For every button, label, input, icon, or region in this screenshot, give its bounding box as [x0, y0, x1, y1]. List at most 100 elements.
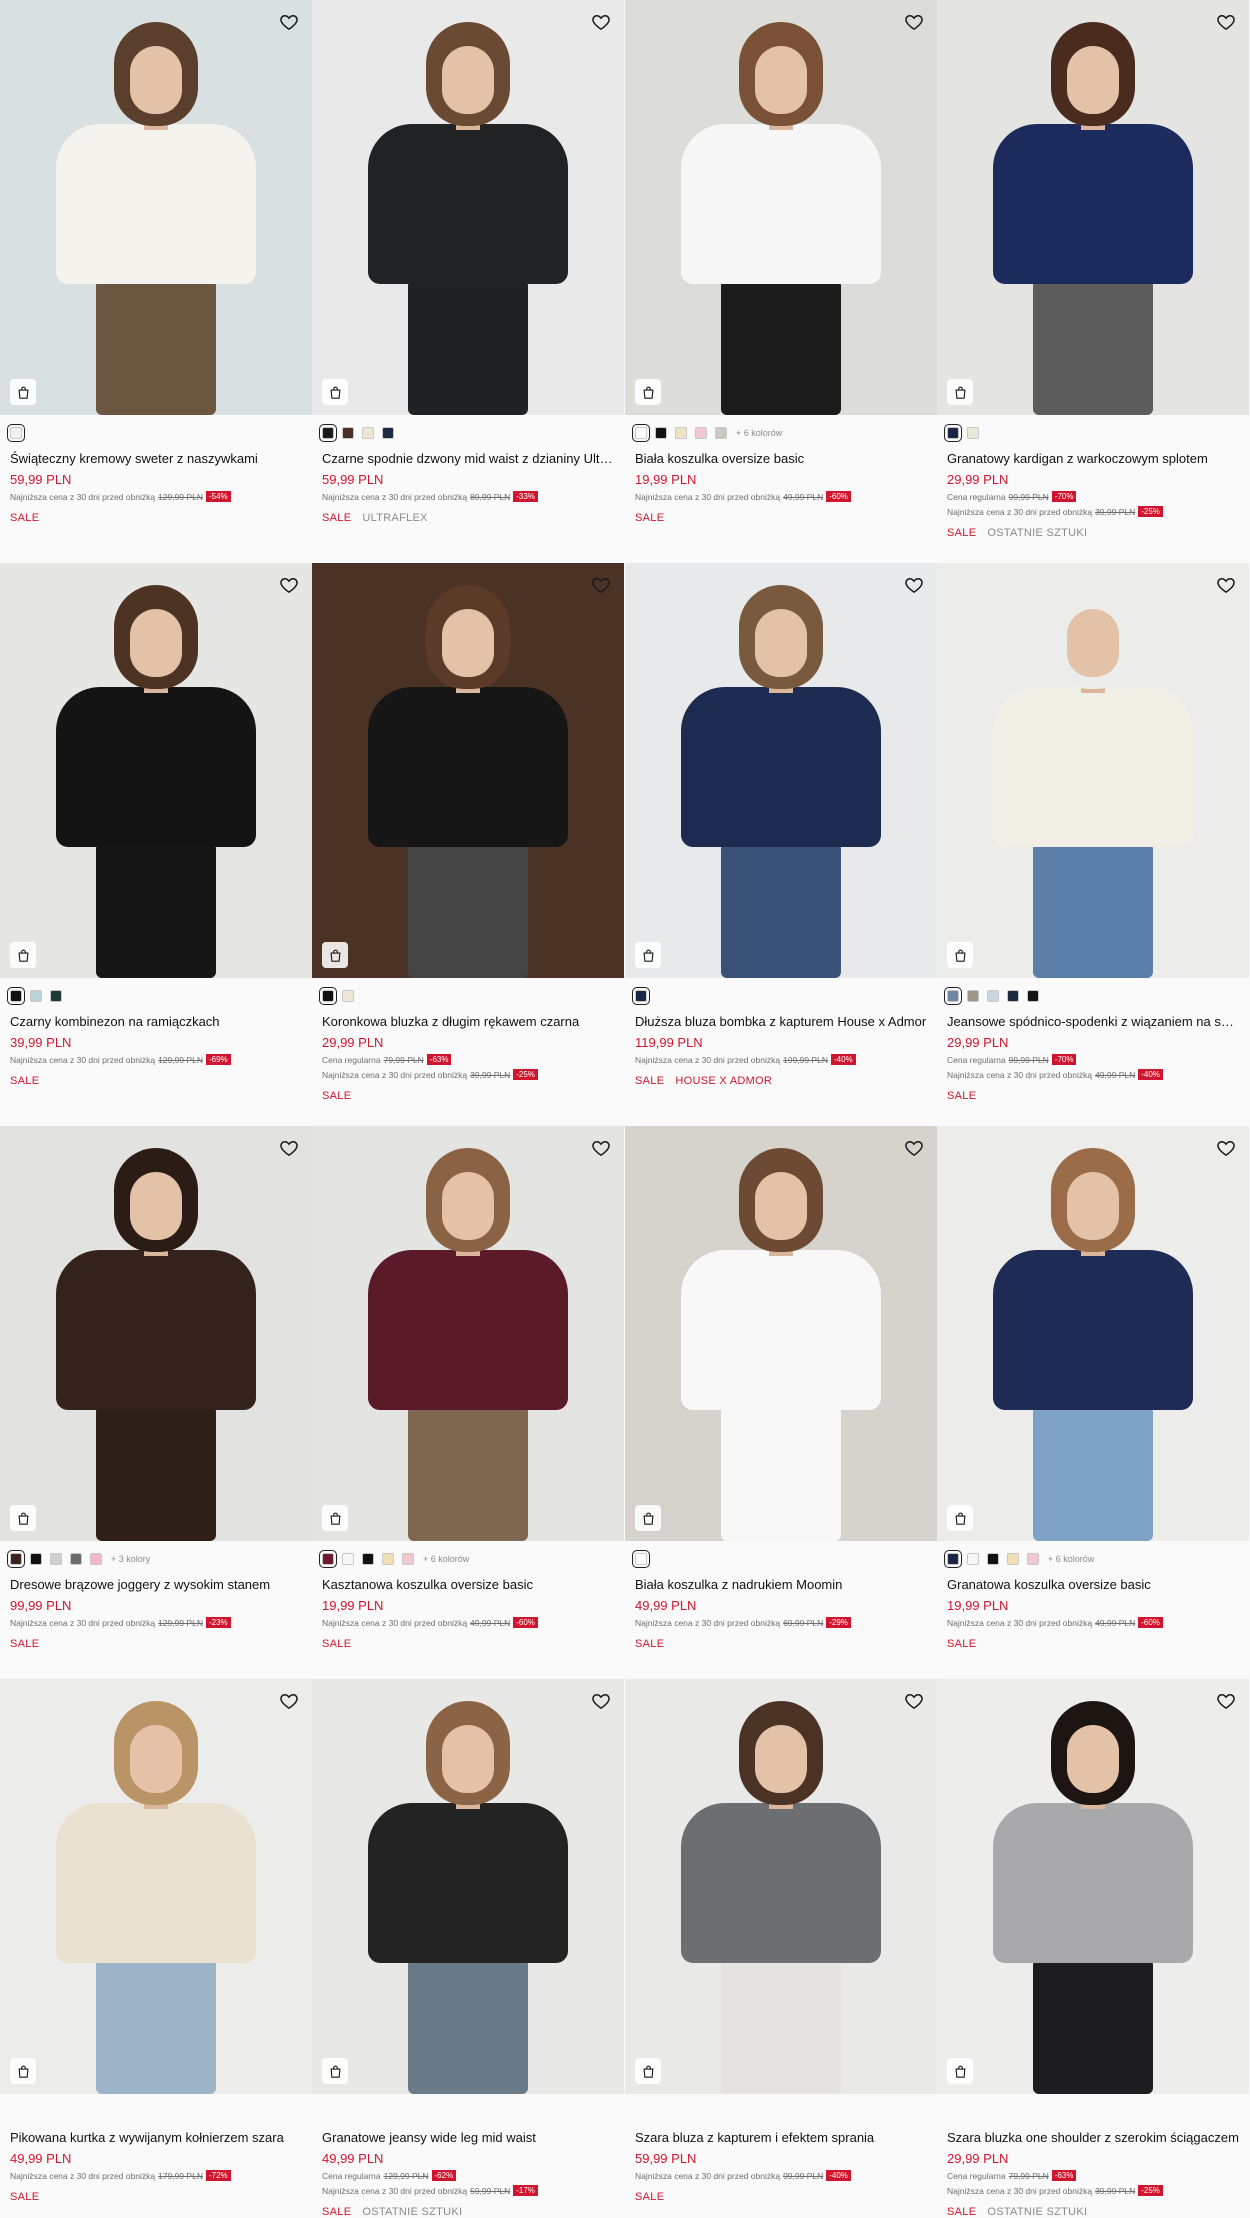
color-swatch[interactable] — [50, 990, 62, 1002]
product-image[interactable] — [937, 1126, 1249, 1541]
color-swatch[interactable] — [1007, 1553, 1019, 1565]
add-to-bag-icon[interactable] — [10, 2058, 36, 2084]
wishlist-heart-icon[interactable] — [278, 11, 300, 33]
more-colors-link[interactable]: + 6 kolorów — [736, 428, 782, 438]
wishlist-heart-icon[interactable] — [903, 11, 925, 33]
product-name[interactable]: Dresowe brązowe joggery z wysokim stanem — [10, 1577, 302, 1592]
product-name[interactable]: Biała koszulka oversize basic — [635, 451, 927, 466]
color-swatch[interactable] — [382, 1553, 394, 1565]
product-name[interactable]: Świąteczny kremowy sweter z naszywkami — [10, 451, 302, 466]
product-name[interactable]: Kasztanowa koszulka oversize basic — [322, 1577, 614, 1592]
more-colors-link[interactable]: + 6 kolorów — [1048, 1554, 1094, 1564]
color-swatch[interactable] — [342, 990, 354, 1002]
color-swatch[interactable] — [967, 1553, 979, 1565]
product-image[interactable] — [312, 0, 624, 415]
product-name[interactable]: Biała koszulka z nadrukiem Moomin — [635, 1577, 927, 1592]
product-image[interactable] — [625, 1679, 937, 2094]
color-swatch[interactable] — [944, 1550, 962, 1568]
product-name[interactable]: Dłuższa bluza bombka z kapturem House x … — [635, 1014, 927, 1029]
wishlist-heart-icon[interactable] — [903, 1690, 925, 1712]
wishlist-heart-icon[interactable] — [278, 1690, 300, 1712]
product-image[interactable] — [937, 0, 1249, 415]
product-image[interactable] — [312, 1126, 624, 1541]
color-swatch[interactable] — [944, 424, 962, 442]
product-image[interactable] — [937, 1679, 1249, 2094]
color-swatch[interactable] — [319, 424, 337, 442]
add-to-bag-icon[interactable] — [10, 379, 36, 405]
color-swatch[interactable] — [319, 987, 337, 1005]
color-swatch[interactable] — [342, 1553, 354, 1565]
color-swatch[interactable] — [70, 1553, 82, 1565]
color-swatch[interactable] — [319, 1550, 337, 1568]
wishlist-heart-icon[interactable] — [1215, 1690, 1237, 1712]
color-swatch[interactable] — [342, 427, 354, 439]
product-name[interactable]: Czarny kombinezon na ramiączkach — [10, 1014, 302, 1029]
product-name[interactable]: Czarne spodnie dzwony mid waist z dziani… — [322, 451, 614, 466]
product-image[interactable] — [625, 563, 937, 978]
product-image[interactable] — [312, 563, 624, 978]
product-name[interactable]: Jeansowe spódnico-spodenki z wiązaniem n… — [947, 1014, 1239, 1029]
product-name[interactable]: Szara bluza z kapturem i efektem sprania — [635, 2130, 927, 2145]
product-image[interactable] — [0, 563, 312, 978]
add-to-bag-icon[interactable] — [10, 942, 36, 968]
color-swatch[interactable] — [1027, 990, 1039, 1002]
add-to-bag-icon[interactable] — [947, 942, 973, 968]
wishlist-heart-icon[interactable] — [590, 1690, 612, 1712]
product-image[interactable] — [937, 563, 1249, 978]
color-swatch[interactable] — [7, 987, 25, 1005]
color-swatch[interactable] — [632, 1550, 650, 1568]
product-name[interactable]: Szara bluzka one shoulder z szerokim ści… — [947, 2130, 1239, 2145]
wishlist-heart-icon[interactable] — [1215, 1137, 1237, 1159]
color-swatch[interactable] — [655, 427, 667, 439]
add-to-bag-icon[interactable] — [322, 2058, 348, 2084]
product-image[interactable] — [625, 1126, 937, 1541]
color-swatch[interactable] — [715, 427, 727, 439]
color-swatch[interactable] — [362, 427, 374, 439]
color-swatch[interactable] — [1027, 1553, 1039, 1565]
wishlist-heart-icon[interactable] — [903, 574, 925, 596]
color-swatch[interactable] — [967, 990, 979, 1002]
color-swatch[interactable] — [675, 427, 687, 439]
add-to-bag-icon[interactable] — [10, 1505, 36, 1531]
color-swatch[interactable] — [944, 987, 962, 1005]
add-to-bag-icon[interactable] — [635, 2058, 661, 2084]
color-swatch[interactable] — [695, 427, 707, 439]
wishlist-heart-icon[interactable] — [903, 1137, 925, 1159]
color-swatch[interactable] — [30, 990, 42, 1002]
add-to-bag-icon[interactable] — [635, 942, 661, 968]
color-swatch[interactable] — [987, 1553, 999, 1565]
color-swatch[interactable] — [967, 427, 979, 439]
color-swatch[interactable] — [50, 1553, 62, 1565]
color-swatch[interactable] — [402, 1553, 414, 1565]
color-swatch[interactable] — [362, 1553, 374, 1565]
wishlist-heart-icon[interactable] — [278, 1137, 300, 1159]
product-name[interactable]: Pikowana kurtka z wywijanym kołnierzem s… — [10, 2130, 302, 2145]
wishlist-heart-icon[interactable] — [1215, 11, 1237, 33]
wishlist-heart-icon[interactable] — [1215, 574, 1237, 596]
add-to-bag-icon[interactable] — [322, 942, 348, 968]
add-to-bag-icon[interactable] — [322, 379, 348, 405]
product-name[interactable]: Granatowe jeansy wide leg mid waist — [322, 2130, 614, 2145]
more-colors-link[interactable]: + 3 kolory — [111, 1554, 150, 1564]
more-colors-link[interactable]: + 6 kolorów — [423, 1554, 469, 1564]
add-to-bag-icon[interactable] — [322, 1505, 348, 1531]
color-swatch[interactable] — [382, 427, 394, 439]
product-image[interactable] — [312, 1679, 624, 2094]
product-name[interactable]: Koronkowa bluzka z długim rękawem czarna — [322, 1014, 614, 1029]
add-to-bag-icon[interactable] — [947, 379, 973, 405]
color-swatch[interactable] — [7, 424, 25, 442]
color-swatch[interactable] — [7, 1550, 25, 1568]
product-image[interactable] — [0, 0, 312, 415]
add-to-bag-icon[interactable] — [947, 2058, 973, 2084]
add-to-bag-icon[interactable] — [635, 379, 661, 405]
product-image[interactable] — [0, 1126, 312, 1541]
wishlist-heart-icon[interactable] — [590, 1137, 612, 1159]
product-image[interactable] — [625, 0, 937, 415]
wishlist-heart-icon[interactable] — [590, 574, 612, 596]
color-swatch[interactable] — [632, 424, 650, 442]
color-swatch[interactable] — [30, 1553, 42, 1565]
product-image[interactable] — [0, 1679, 312, 2094]
wishlist-heart-icon[interactable] — [278, 574, 300, 596]
color-swatch[interactable] — [90, 1553, 102, 1565]
color-swatch[interactable] — [1007, 990, 1019, 1002]
